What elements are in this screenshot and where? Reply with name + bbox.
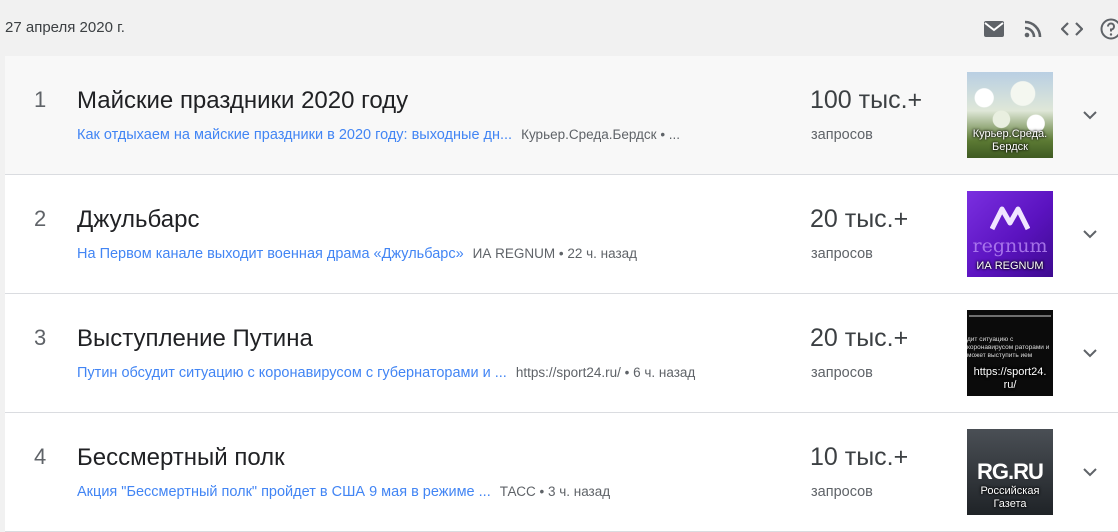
search-count: 100 тыс.+ (810, 86, 922, 115)
article-link[interactable]: Акция "Бессмертный полк" пройдет в США 9… (77, 484, 491, 500)
trend-item[interactable]: 3 Выступление Путина Путин обсудит ситуа… (5, 294, 1118, 413)
expand-chevron-icon[interactable] (1078, 103, 1102, 127)
thumbnail-logo-text: regnum (967, 235, 1053, 257)
email-icon[interactable] (982, 17, 1006, 41)
trends-list: 1 Майские праздники 2020 году Как отдыха… (5, 56, 1118, 532)
thumbnail-logo-text: RG.RU (967, 459, 1053, 485)
article-thumbnail[interactable]: Курьер.Среда. Бердск (967, 72, 1053, 158)
trend-item[interactable]: 4 Бессмертный полк Акция "Бессмертный по… (5, 413, 1118, 532)
article-thumbnail[interactable]: RG.RU Российская Газета (967, 429, 1053, 515)
expand-chevron-icon[interactable] (1078, 222, 1102, 246)
help-icon[interactable] (1099, 17, 1118, 41)
search-count: 20 тыс.+ (810, 205, 908, 234)
article-line: Акция "Бессмертный полк" пройдет в США 9… (77, 484, 767, 500)
search-count: 20 тыс.+ (810, 324, 908, 353)
thumbnail-body-text: дит ситуацию с коронавирусом раторами и … (967, 336, 1053, 362)
article-link[interactable]: Как отдыхаем на майские праздники в 2020… (77, 127, 512, 143)
thumbnail-caption: https://sport24. ru/ (967, 366, 1053, 392)
article-thumbnail[interactable]: regnum ИА REGNUM (967, 191, 1053, 277)
rss-icon[interactable] (1021, 17, 1045, 41)
expand-chevron-icon[interactable] (1078, 341, 1102, 365)
thumbnail-caption: Российская Газета (967, 485, 1053, 511)
trend-item[interactable]: 1 Майские праздники 2020 году Как отдыха… (5, 56, 1118, 175)
date-label: 27 апреля 2020 г. (5, 19, 125, 36)
thumbnail-nav-line (969, 315, 1051, 317)
trend-item[interactable]: 2 Джульбарс На Первом канале выходит вое… (5, 175, 1118, 294)
thumbnail-caption: Курьер.Среда. Бердск (967, 128, 1053, 154)
thumbnail-caption: ИА REGNUM (967, 260, 1053, 273)
rank-number: 4 (34, 444, 46, 470)
article-line: Как отдыхаем на майские праздники в 2020… (77, 127, 767, 143)
article-meta: ИА REGNUM • 22 ч. назад (473, 246, 637, 261)
search-count-label: запросов (811, 127, 873, 143)
search-count: 10 тыс.+ (810, 443, 908, 472)
search-count-label: запросов (811, 484, 873, 500)
article-link[interactable]: Путин обсудит ситуацию с коронавирусом с… (77, 365, 507, 381)
regnum-logo-icon (990, 205, 1030, 231)
trend-title[interactable]: Джульбарс (77, 206, 199, 234)
expand-chevron-icon[interactable] (1078, 460, 1102, 484)
article-meta: https://sport24.ru/ • 6 ч. назад (516, 365, 695, 380)
search-count-label: запросов (811, 365, 873, 381)
trend-title[interactable]: Выступление Путина (77, 325, 313, 353)
article-meta: Курьер.Среда.Бердск • ... (521, 127, 680, 142)
trend-title[interactable]: Бессмертный полк (77, 444, 285, 472)
article-link[interactable]: На Первом канале выходит военная драма «… (77, 246, 464, 262)
embed-code-icon[interactable] (1060, 17, 1084, 41)
search-count-label: запросов (811, 246, 873, 262)
article-line: Путин обсудит ситуацию с коронавирусом с… (77, 365, 767, 381)
article-meta: ТАСС • 3 ч. назад (500, 484, 610, 499)
rank-number: 1 (34, 87, 46, 113)
rank-number: 2 (34, 206, 46, 232)
article-thumbnail[interactable]: дит ситуацию с коронавирусом раторами и … (967, 310, 1053, 396)
rank-number: 3 (34, 325, 46, 351)
header: 27 апреля 2020 г. (0, 0, 1118, 55)
article-line: На Первом канале выходит военная драма «… (77, 246, 767, 262)
trend-title[interactable]: Майские праздники 2020 году (77, 87, 408, 115)
